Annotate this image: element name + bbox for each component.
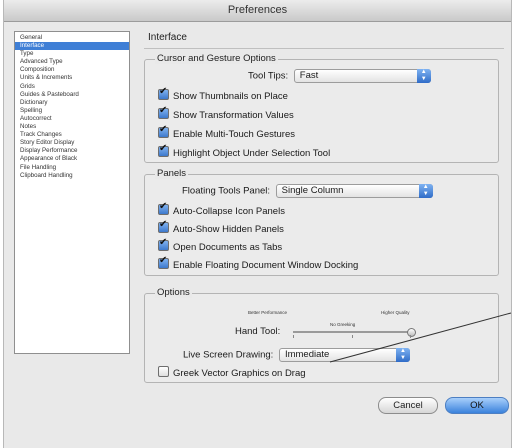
callout-line (329, 312, 512, 363)
